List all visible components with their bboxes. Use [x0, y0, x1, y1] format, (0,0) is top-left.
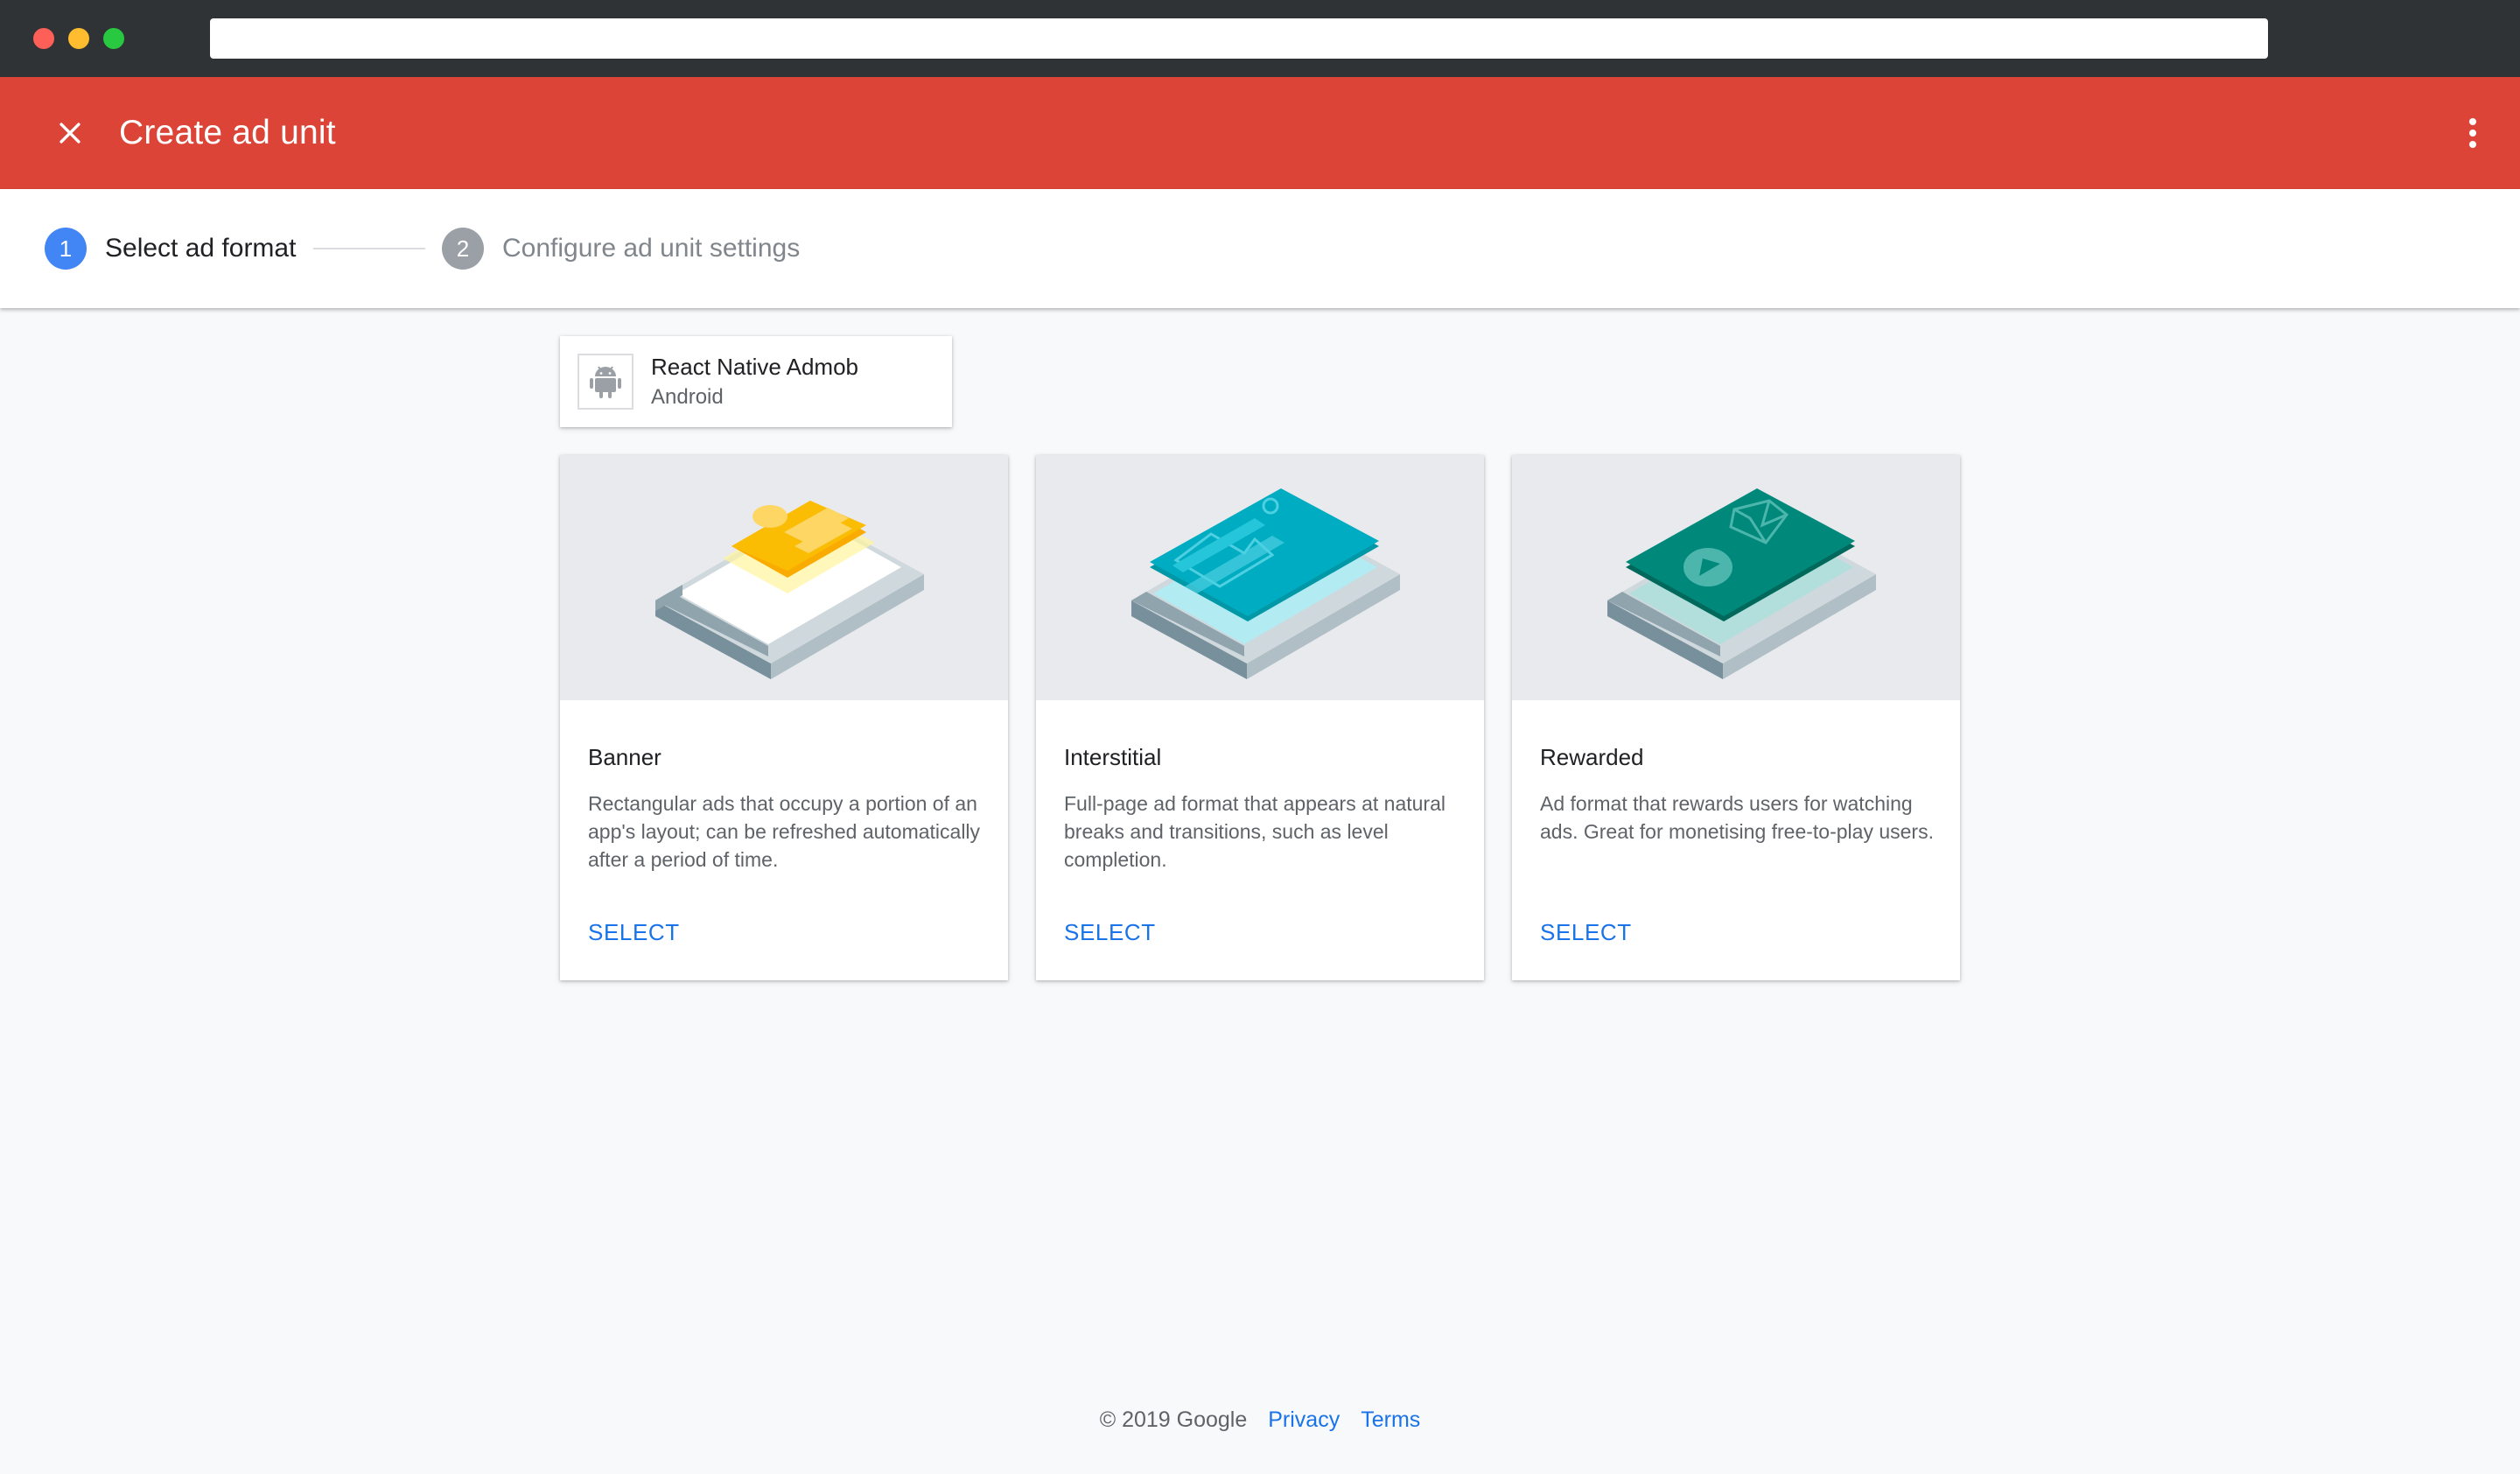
format-title: Banner: [588, 744, 662, 770]
format-card-banner[interactable]: Banner Rectangular ads that occupy a por…: [560, 455, 1008, 980]
selected-app-card: React Native Admob Android: [560, 336, 952, 427]
app-icon-box: [578, 354, 634, 410]
app-name: React Native Admob: [651, 354, 859, 380]
page-title: Create ad unit: [119, 114, 336, 151]
format-description: Rectangular ads that occupy a portion of…: [588, 792, 981, 871]
format-card-rewarded[interactable]: Rewarded Ad format that rewards users fo…: [1512, 455, 1960, 980]
interstitial-illustration: [1036, 455, 1484, 700]
window-zoom-button[interactable]: [103, 28, 124, 49]
close-button[interactable]: [46, 109, 94, 158]
rewarded-illustration: [1512, 455, 1960, 700]
app-bar: Create ad unit: [0, 77, 2520, 189]
more-options-button[interactable]: [2448, 109, 2497, 158]
address-bar[interactable]: [210, 18, 2268, 59]
format-title: Interstitial: [1064, 744, 1162, 770]
format-title: Rewarded: [1540, 744, 1644, 770]
app-platform: Android: [651, 385, 724, 409]
more-vert-icon: [2469, 118, 2476, 148]
step-2-label: Configure ad unit settings: [502, 234, 801, 263]
rewarded-phone-illustration: [1607, 488, 1876, 679]
format-card-interstitial[interactable]: Interstitial Full-page ad format that ap…: [1036, 455, 1484, 980]
step-1-number: 1: [45, 228, 87, 270]
window-minimize-button[interactable]: [68, 28, 89, 49]
close-icon: [60, 123, 80, 144]
terms-link[interactable]: Terms: [1361, 1407, 1420, 1432]
android-icon: [590, 366, 621, 398]
format-description: Full-page ad format that appears at natu…: [1064, 792, 1446, 871]
copyright-text: © 2019 Google: [1099, 1407, 1248, 1432]
privacy-link[interactable]: Privacy: [1268, 1407, 1340, 1432]
step-connector: [313, 248, 425, 249]
select-interstitial-button[interactable]: SELECT: [1064, 919, 1156, 946]
select-banner-button[interactable]: SELECT: [588, 919, 680, 946]
interstitial-phone-illustration: [1131, 488, 1400, 679]
banner-illustration: [560, 455, 1008, 700]
window-close-button[interactable]: [33, 28, 54, 49]
format-description: Ad format that rewards users for watchin…: [1540, 792, 1934, 843]
banner-phone-illustration: [655, 501, 924, 679]
step-2-number: 2: [442, 228, 484, 270]
browser-chrome: [0, 0, 2520, 77]
step-1-label[interactable]: Select ad format: [105, 228, 296, 270]
stepper: 1 Select ad format 2 Configure ad unit s…: [0, 189, 2520, 308]
select-rewarded-button[interactable]: SELECT: [1540, 919, 1632, 946]
footer: © 2019 Google Privacy Terms: [0, 1407, 2520, 1433]
